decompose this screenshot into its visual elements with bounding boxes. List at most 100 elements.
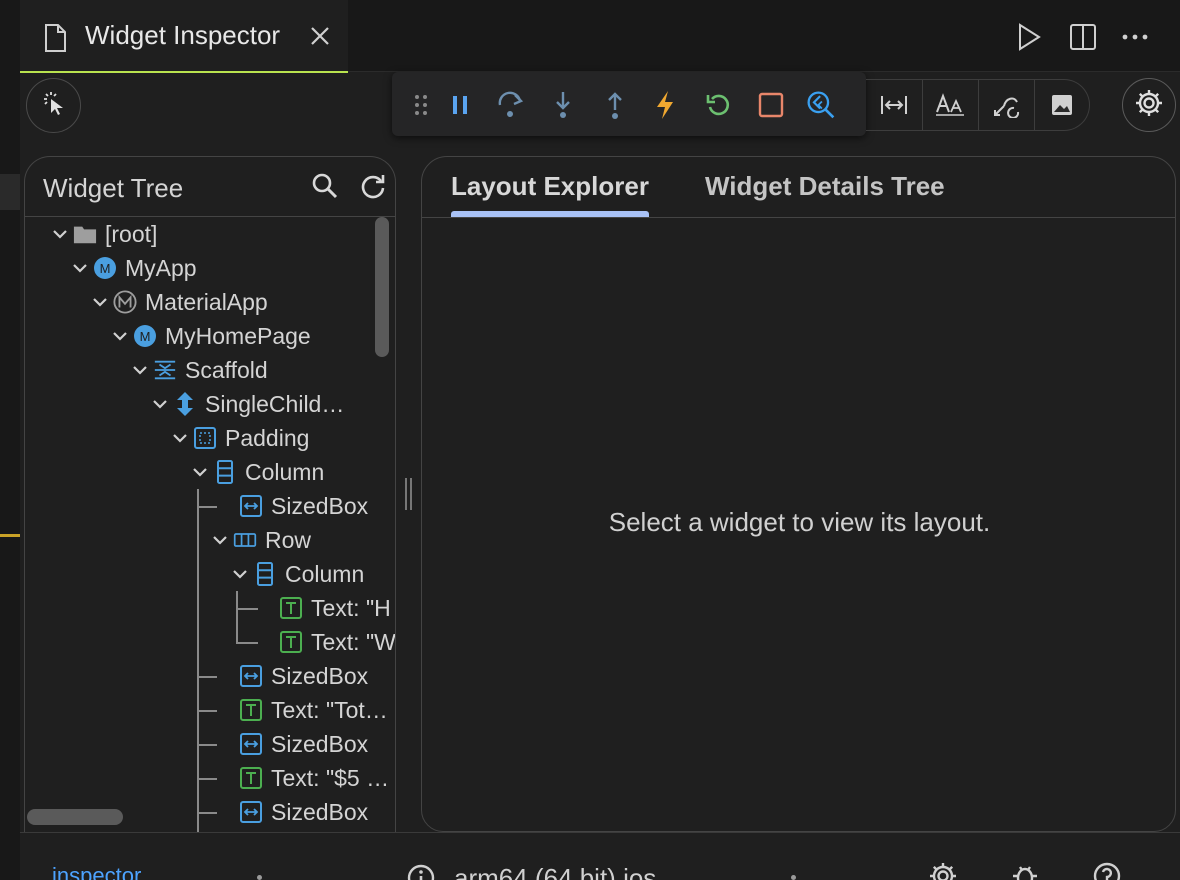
tree-node[interactable]: SizedBox <box>239 795 368 829</box>
tree-horizontal-scrollbar[interactable] <box>27 809 123 825</box>
step-out-icon[interactable] <box>600 90 630 120</box>
tree-guide-line <box>236 591 238 643</box>
show-baselines-icon[interactable] <box>922 80 978 130</box>
tree-node[interactable]: Text: "$5 … <box>239 761 389 795</box>
more-actions-icon[interactable] <box>1120 22 1150 52</box>
tree-node-label: Column <box>245 458 325 485</box>
gear-icon[interactable] <box>928 861 958 880</box>
tab-title: Widget Inspector <box>85 20 281 50</box>
inspector-settings-button[interactable] <box>1122 78 1176 132</box>
tree-node-label: Padding <box>225 424 310 451</box>
tree-node[interactable]: SizedBox <box>239 727 368 761</box>
sizedbox-icon <box>239 800 263 824</box>
chevron-down-icon[interactable] <box>133 363 147 377</box>
tab-active-indicator <box>20 71 348 73</box>
file-icon <box>44 24 66 57</box>
step-over-icon[interactable] <box>496 90 526 120</box>
tree-node-label: SizedBox <box>271 492 369 519</box>
tree-node-label: Scaffold <box>185 356 268 383</box>
refresh-icon[interactable] <box>359 172 387 205</box>
tree-node-label: SizedBox <box>271 798 369 825</box>
details-panel: Layout Explorer Widget Details Tree Sele… <box>421 156 1176 832</box>
tree-node[interactable]: MaterialApp <box>93 285 268 319</box>
details-tabs: Layout Explorer Widget Details Tree <box>422 157 1175 218</box>
hot-reload-icon[interactable] <box>650 90 680 120</box>
text-icon <box>279 630 303 654</box>
inspector-toggle-group <box>866 79 1090 131</box>
highlight-oversized-images-icon[interactable] <box>1034 80 1090 130</box>
chevron-down-icon[interactable] <box>153 397 167 411</box>
pause-icon[interactable] <box>445 90 475 120</box>
tab-widget-inspector[interactable]: Widget Inspector <box>20 0 348 73</box>
chevron-down-icon[interactable] <box>93 295 107 309</box>
tree-node[interactable]: [root] <box>53 217 157 251</box>
tree-node-label: Text: "$5 … <box>271 764 390 791</box>
widget-inspector-window: Widget Inspector Widget Tree [root] M My… <box>0 0 1180 880</box>
widget-tree-list: [root] M MyApp MaterialApp M MyHomePage … <box>25 217 395 832</box>
tab-layout-explorer[interactable]: Layout Explorer <box>451 171 649 202</box>
tree-node-label: Row <box>265 526 312 553</box>
split-editor-icon[interactable] <box>1068 22 1098 52</box>
chevron-down-icon[interactable] <box>113 329 127 343</box>
sizedbox-icon <box>239 664 263 688</box>
tree-node[interactable]: SingleChild… <box>153 387 344 421</box>
tree-node[interactable]: M MyHomePage <box>113 319 311 353</box>
run-icon[interactable] <box>1014 22 1044 52</box>
chevron-down-icon[interactable] <box>173 431 187 445</box>
tree-guide-line <box>236 608 258 610</box>
step-into-icon[interactable] <box>548 90 578 120</box>
tree-node[interactable]: Text: "H <box>279 591 391 625</box>
chevron-down-icon[interactable] <box>73 261 87 275</box>
chevron-down-icon[interactable] <box>213 533 227 547</box>
tree-node-label: MyHomePage <box>165 322 311 349</box>
help-icon[interactable] <box>1092 861 1122 880</box>
chevron-down-icon[interactable] <box>53 227 67 241</box>
text-icon <box>239 766 263 790</box>
scroll-view-icon <box>173 392 197 416</box>
bug-icon[interactable] <box>1010 861 1040 880</box>
text-icon <box>279 596 303 620</box>
tree-node[interactable]: Row <box>213 523 311 557</box>
tree-guide-line <box>197 812 217 814</box>
open-devtools-icon[interactable] <box>806 90 836 120</box>
highlight-repaints-icon[interactable] <box>978 80 1034 130</box>
editor-tab-bar: Widget Inspector <box>20 0 1180 73</box>
tree-node-label: Column <box>285 560 365 587</box>
svg-text:M: M <box>100 261 111 276</box>
status-separator <box>791 875 796 880</box>
select-widget-mode-button[interactable] <box>26 78 81 133</box>
panel-splitter-handle[interactable] <box>403 478 413 510</box>
info-icon[interactable] <box>406 863 436 880</box>
hot-restart-icon[interactable] <box>704 90 734 120</box>
stop-icon[interactable] <box>756 90 786 120</box>
tree-node[interactable]: M MyApp <box>73 251 197 285</box>
tree-node-label: [root] <box>105 220 158 247</box>
tree-node[interactable]: Scaffold <box>133 353 268 387</box>
search-icon[interactable] <box>311 172 339 205</box>
chevron-down-icon[interactable] <box>233 567 247 581</box>
tree-node[interactable]: SizedBox <box>239 489 368 523</box>
tree-node[interactable]: Text: "W <box>279 625 395 659</box>
scaffold-icon <box>153 358 177 382</box>
tab-widget-details-tree[interactable]: Widget Details Tree <box>705 171 945 202</box>
tree-node[interactable]: Column <box>193 455 324 489</box>
column-icon <box>213 460 237 484</box>
drag-handle-icon[interactable] <box>406 90 436 120</box>
show-guidelines-icon[interactable] <box>866 80 922 130</box>
widget-tree-panel: Widget Tree [root] M MyApp MaterialApp M… <box>24 156 396 832</box>
tree-node[interactable]: Column <box>233 557 364 591</box>
tree-guide-line <box>197 710 217 712</box>
inspector-link[interactable]: inspector <box>52 863 141 880</box>
device-label[interactable]: arm64 (64 bit) ios <box>454 863 656 880</box>
tree-node-label: MaterialApp <box>145 288 268 315</box>
tree-node[interactable]: Padding <box>173 421 309 455</box>
tree-node[interactable]: Text: "Tot… <box>239 693 388 727</box>
chevron-down-icon[interactable] <box>193 465 207 479</box>
tree-node[interactable]: SizedBox <box>239 659 368 693</box>
material-app-icon <box>113 290 137 314</box>
tree-vertical-scrollbar[interactable] <box>375 217 389 357</box>
status-bar: inspector arm64 (64 bit) ios <box>20 832 1180 880</box>
close-icon[interactable] <box>308 24 332 53</box>
tree-guide-line <box>236 642 258 644</box>
tree-guide-line <box>197 778 217 780</box>
